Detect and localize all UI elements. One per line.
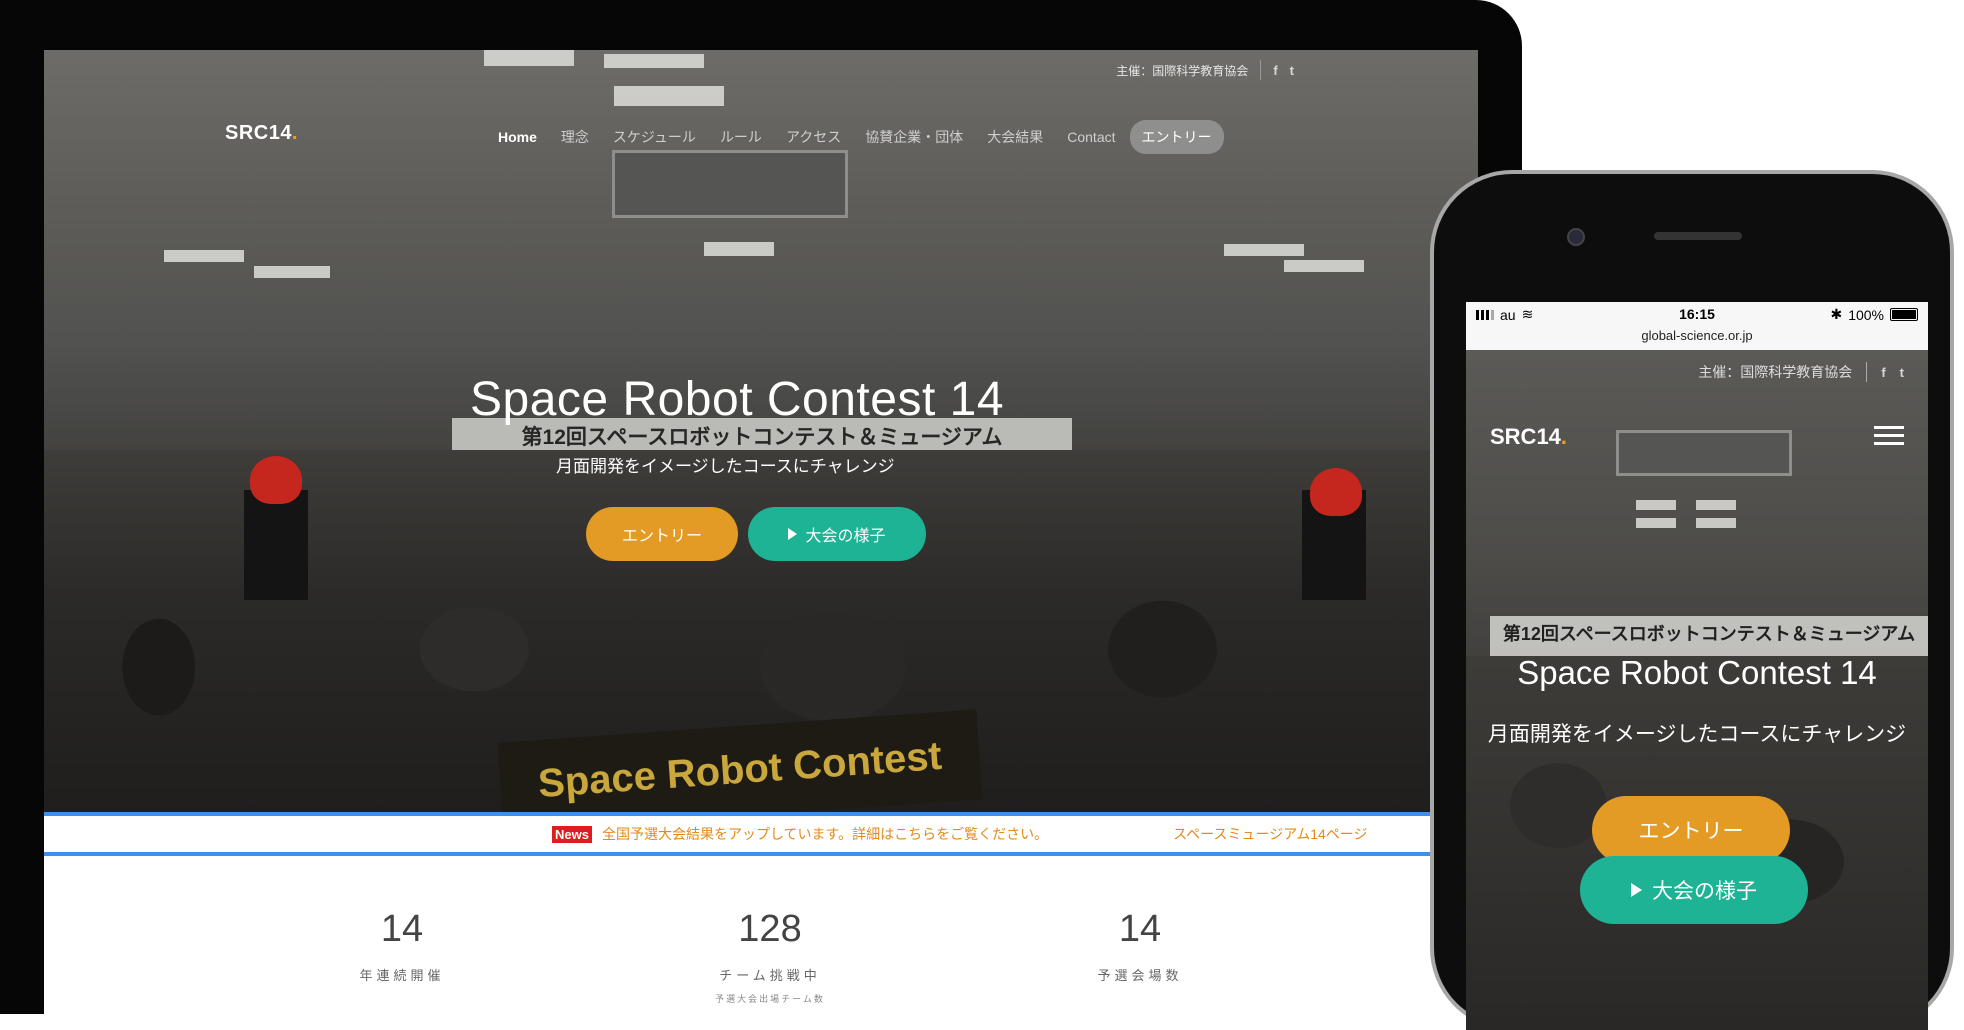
site-logo[interactable]: SRC14. (225, 122, 298, 145)
battery-percent: 100% (1848, 306, 1884, 323)
news-badge: News (552, 825, 592, 843)
hero-subtitle: 月面開発をイメージしたコースにチャレンジ (556, 457, 895, 476)
watch-video-button[interactable]: 大会の様子 (1580, 856, 1808, 924)
camera-icon (1567, 228, 1585, 246)
logo-text: SRC14 (1490, 424, 1561, 449)
stat-years: 14 年連続開催 (272, 890, 532, 984)
ceiling-light (1696, 500, 1736, 510)
divider (1260, 60, 1262, 80)
play-icon (1631, 883, 1642, 897)
hero-title: Space Robot Contest 14 (470, 373, 1005, 426)
main-nav: Home 理念 スケジュール ルール アクセス 協賛企業・団体 大会結果 Con… (486, 120, 1224, 154)
url-bar[interactable]: global-science.or.jp (1466, 326, 1928, 351)
bluetooth-icon: ✱ (1830, 306, 1843, 322)
stat-value: 14 (1118, 908, 1162, 950)
nav-access[interactable]: アクセス (774, 121, 853, 153)
stats-section: 14 年連続開催 128 チーム挑戦中 予選大会出場チーム数 14 予選会場数 (44, 890, 1478, 1014)
photo-banner: 第12回スペースロボットコンテスト＆ミュージアム (1490, 616, 1928, 656)
stat-label: チーム挑戦中 (719, 968, 821, 983)
top-bar: 主催：国際科学教育協会 f t (1116, 60, 1294, 80)
stat-teams: 128 チーム挑戦中 予選大会出場チーム数 (640, 890, 900, 1005)
ceiling-light (484, 50, 574, 66)
top-bar: 主催：国際科学教育協会 f t (1698, 362, 1904, 382)
ceiling-light (254, 266, 330, 278)
ceiling-light (1284, 260, 1364, 272)
ceiling-light (604, 54, 704, 68)
facebook-icon[interactable]: f (1881, 365, 1885, 380)
entry-button[interactable]: エントリー (586, 507, 738, 561)
ceiling-ac-unit (1616, 430, 1792, 476)
stat-label: 予選会場数 (1097, 968, 1183, 983)
entry-button[interactable]: エントリー (1592, 796, 1790, 864)
nav-contact[interactable]: Contact (1055, 123, 1127, 151)
tablet-device: 第12回スペースロボットコンテスト＆ミュージアム Space Robot Con… (0, 0, 1522, 1014)
hero-title: Space Robot Contest 14 (1517, 654, 1877, 691)
nav-entry-button[interactable]: エントリー (1129, 120, 1224, 154)
news-text-next[interactable]: スペースミュージアム14ページ (1173, 824, 1367, 844)
logo-dot: . (1560, 424, 1568, 449)
hamburger-menu-icon[interactable] (1874, 426, 1904, 446)
nav-philosophy[interactable]: 理念 (549, 121, 601, 153)
organizer-text: 主催：国際科学教育協会 (1116, 63, 1249, 78)
news-ticker[interactable]: News 全国予選大会結果をアップしています。詳細はこちらをご覧ください。 スペ… (44, 812, 1478, 856)
nav-results[interactable]: 大会結果 (975, 121, 1055, 153)
stat-value: 128 (738, 908, 802, 950)
news-text[interactable]: 全国予選大会結果をアップしています。詳細はこちらをご覧ください。 (602, 824, 1048, 844)
octopus-mascot-right (1310, 468, 1362, 516)
nav-schedule[interactable]: スケジュール (601, 121, 708, 153)
entry-button-label: エントリー (1638, 820, 1744, 843)
site-logo[interactable]: SRC14. (1490, 424, 1567, 450)
stat-sublabel: 予選大会出場チーム数 (715, 994, 825, 1004)
logo-dot: . (291, 122, 299, 144)
watch-button-label: 大会の様子 (805, 528, 886, 545)
nav-rules[interactable]: ルール (708, 121, 774, 153)
status-bar: au ≋ 16:15 ✱ 100% (1466, 302, 1928, 326)
twitter-icon[interactable]: t (1290, 63, 1294, 78)
play-icon (788, 528, 798, 540)
ceiling-light (1636, 518, 1676, 528)
twitter-icon[interactable]: t (1900, 365, 1904, 380)
stat-label: 年連続開催 (359, 968, 445, 983)
watch-button-label: 大会の様子 (1652, 880, 1757, 903)
divider (1866, 362, 1868, 382)
nav-sponsors[interactable]: 協賛企業・団体 (853, 121, 975, 153)
ceiling-light (1224, 244, 1304, 256)
octopus-mascot-left (250, 456, 302, 504)
earpiece-speaker (1654, 232, 1742, 240)
status-right: ✱ 100% (1830, 306, 1918, 323)
tablet-screen: 第12回スペースロボットコンテスト＆ミュージアム Space Robot Con… (44, 50, 1478, 1014)
organizer-text: 主催：国際科学教育協会 (1698, 364, 1853, 380)
entry-button-label: エントリー (621, 528, 702, 545)
phone-screen: au ≋ 16:15 ✱ 100% global-science.or.jp 第… (1466, 302, 1928, 1030)
stat-venues: 14 予選会場数 (1010, 890, 1270, 984)
ceiling-light (1636, 500, 1676, 510)
logo-text: SRC14 (225, 122, 292, 144)
facebook-icon[interactable]: f (1273, 63, 1277, 78)
hero-section: 第12回スペースロボットコンテスト＆ミュージアム Space Robot Con… (44, 50, 1478, 812)
nav-home[interactable]: Home (486, 123, 549, 151)
battery-icon (1890, 308, 1918, 321)
phone-device: au ≋ 16:15 ✱ 100% global-science.or.jp 第… (1430, 170, 1954, 1030)
ceiling-ac-unit (612, 150, 848, 218)
watch-video-button[interactable]: 大会の様子 (748, 507, 926, 561)
ceiling-light (704, 242, 774, 256)
phone-hero-section: 第12回スペースロボットコンテスト＆ミュージアム 主催：国際科学教育協会 f t… (1466, 350, 1928, 1030)
stat-value: 14 (380, 908, 424, 950)
speaker-left (244, 490, 308, 600)
ceiling-light (1696, 518, 1736, 528)
hero-subtitle: 月面開発をイメージしたコースにチャレンジ (1487, 723, 1907, 746)
ceiling-light (614, 86, 724, 106)
ceiling-light (164, 250, 244, 262)
